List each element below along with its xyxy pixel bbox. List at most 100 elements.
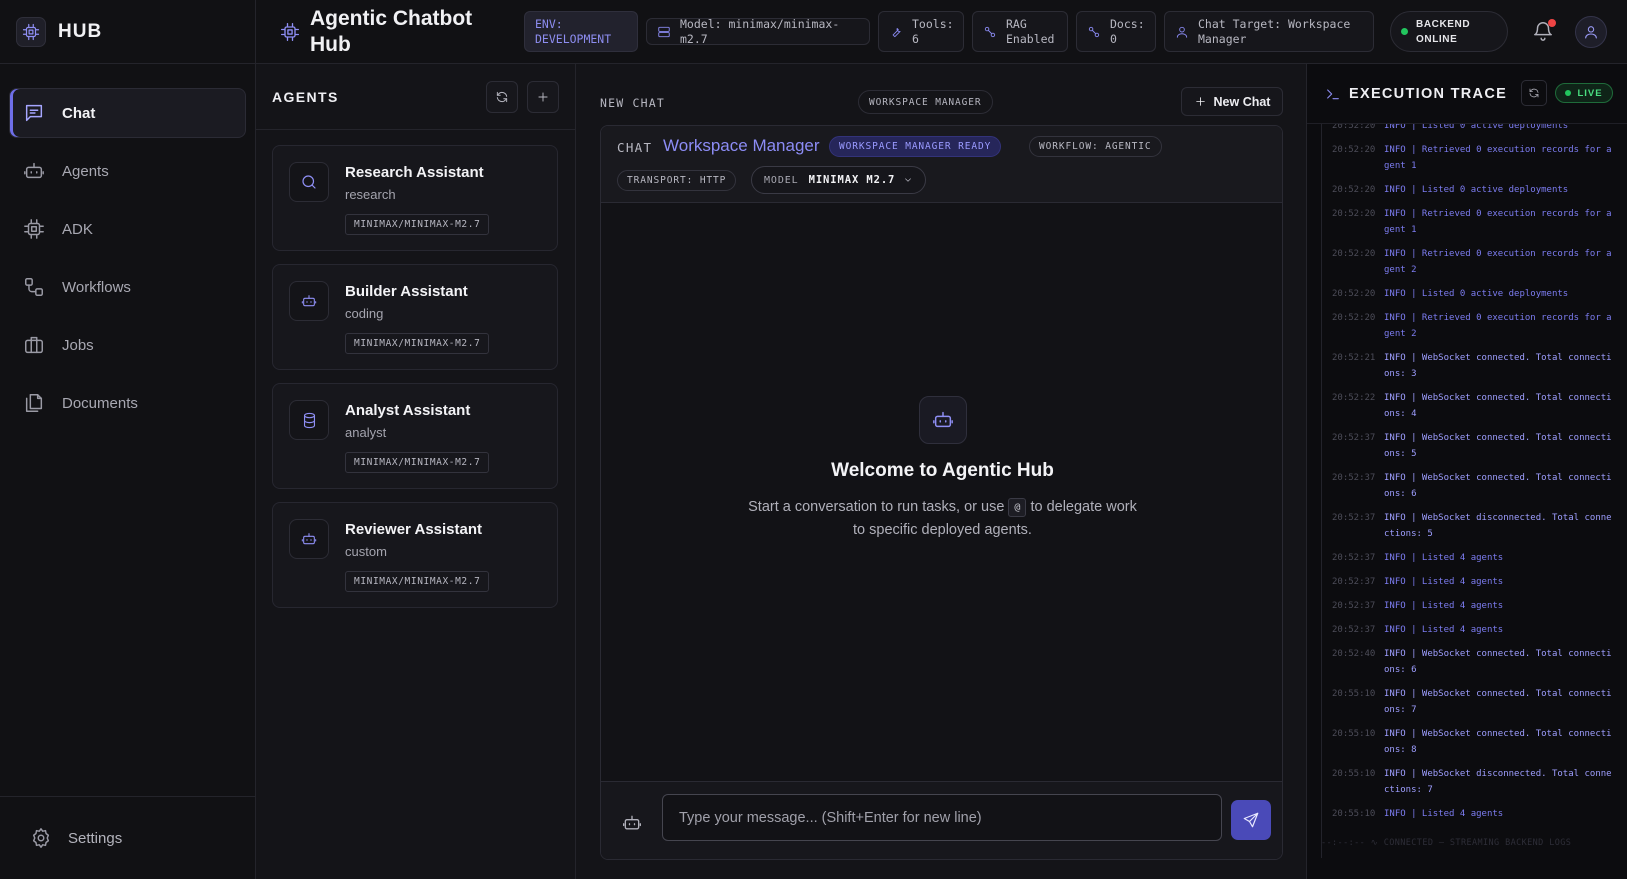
tools-chip-label: Tools: 6 — [912, 16, 954, 46]
agent-role: coding — [345, 306, 384, 321]
new-chat-button-label: New Chat — [1213, 94, 1271, 109]
docs-chip-label: Docs: 0 — [1110, 16, 1145, 46]
plus-icon — [536, 90, 550, 104]
execution-trace-panel: EXECUTION TRACE LIVE 20:52:20 INFO | List… — [1306, 64, 1627, 879]
user-avatar[interactable] — [1575, 16, 1607, 48]
log-time: 20:55:10 — [1332, 809, 1376, 819]
bot-icon — [23, 160, 45, 182]
chat-window: CHAT Workspace Manager WORKSPACE MANAGER… — [600, 125, 1283, 860]
agent-name: Analyst Assistant — [345, 402, 471, 419]
message-square-icon — [23, 102, 45, 124]
agent-card-reviewer-assistant[interactable]: Reviewer Assistant custom MINIMAX/MINIMA… — [272, 502, 558, 608]
settings-label: Settings — [68, 829, 123, 847]
agent-card-builder-assistant[interactable]: Builder Assistant coding MINIMAX/MINIMAX… — [272, 264, 558, 370]
bot-icon — [289, 281, 329, 321]
refresh-agents-button[interactable] — [486, 81, 518, 113]
model-select[interactable]: MODEL MINIMAX M2.7 — [751, 166, 927, 194]
chat-window-header: CHAT Workspace Manager WORKSPACE MANAGER… — [601, 126, 1282, 203]
nav-item-jobs[interactable]: Jobs — [9, 320, 246, 370]
log-time: 20:52:20 — [1332, 124, 1376, 131]
log-line: 20:52:37 INFO | Listed 4 agents — [1322, 550, 1622, 566]
trace-log-scroll[interactable]: 20:52:20 INFO | Listed 0 active deploymen… — [1321, 124, 1627, 858]
log-time: 20:52:37 — [1332, 577, 1376, 587]
nav-item-workflows[interactable]: Workflows — [9, 262, 246, 312]
user-icon — [1583, 24, 1599, 40]
bot-icon — [289, 519, 329, 559]
chevron-down-icon — [903, 175, 913, 185]
new-chat-label: NEW CHAT — [600, 96, 665, 110]
agent-card-analyst-assistant[interactable]: Analyst Assistant analyst MINIMAX/MINIMA… — [272, 383, 558, 489]
model-select-label: MODEL — [764, 174, 799, 186]
log-line: 20:55:10 INFO | Listed 4 agents — [1322, 806, 1622, 822]
refresh-icon — [1528, 87, 1540, 99]
mention-key: @ — [1008, 498, 1027, 517]
nav-item-label: Documents — [62, 394, 138, 412]
log-time: 20:55:10 — [1332, 729, 1376, 739]
log-time: 20:52:37 — [1332, 433, 1376, 443]
plus-icon — [1194, 95, 1207, 108]
nav-item-documents[interactable]: Documents — [9, 378, 246, 428]
send-button[interactable] — [1231, 800, 1271, 840]
agent-model-badge: MINIMAX/MINIMAX-M2.7 — [345, 452, 490, 473]
agent-model-badge: MINIMAX/MINIMAX-M2.7 — [345, 333, 490, 354]
nav-item-label: Jobs — [62, 336, 94, 354]
message-composer — [601, 781, 1282, 859]
log-message: INFO | WebSocket connected. Total connec… — [1384, 433, 1612, 459]
log-message: INFO | WebSocket connected. Total connec… — [1384, 689, 1612, 715]
chat-target-chip[interactable]: Chat Target: Workspace Manager — [1164, 11, 1374, 52]
nav-item-label: Agents — [62, 162, 109, 180]
log-line: 20:52:21 INFO | WebSocket connected. Tota… — [1322, 350, 1622, 382]
log-time: 20:52:37 — [1332, 553, 1376, 563]
rag-chip[interactable]: RAG Enabled — [972, 11, 1068, 52]
nav-item-label: ADK — [62, 220, 93, 238]
agent-card-research-assistant[interactable]: Research Assistant research MINIMAX/MINI… — [272, 145, 558, 251]
log-time: 20:55:10 — [1332, 769, 1376, 779]
log-message: INFO | Listed 4 agents — [1384, 577, 1504, 587]
welcome-subtitle: Start a conversation to run tasks, or us… — [741, 496, 1144, 542]
docs-chip[interactable]: Docs: 0 — [1076, 11, 1156, 52]
nav-item-adk[interactable]: ADK — [9, 204, 246, 254]
log-time: 20:52:22 — [1332, 393, 1376, 403]
env-badge: ENV: DEVELOPMENT — [524, 11, 638, 52]
nav-item-agents[interactable]: Agents — [9, 146, 246, 196]
brand[interactable]: HUB — [0, 0, 255, 64]
status-dot — [1401, 28, 1408, 35]
nav-item-chat[interactable]: Chat — [9, 88, 246, 138]
nav-menu: Chat Agents ADK Workflows Jobs Documents — [0, 64, 255, 428]
agents-panel-header: AGENTS — [256, 64, 575, 130]
link-icon — [983, 25, 997, 39]
log-time: 20:52:20 — [1332, 313, 1376, 323]
tools-chip[interactable]: Tools: 6 — [878, 11, 964, 52]
log-line: 20:55:10 INFO | WebSocket connected. Tota… — [1322, 726, 1622, 758]
wrench-icon — [889, 25, 903, 39]
server-icon — [657, 25, 671, 39]
log-time: 20:52:21 — [1332, 353, 1376, 363]
add-agent-button[interactable] — [527, 81, 559, 113]
log-message: INFO | Listed 4 agents — [1384, 809, 1504, 819]
transport-badge: TRANSPORT: HTTP — [617, 170, 737, 191]
log-message: INFO | WebSocket connected. Total connec… — [1384, 473, 1612, 499]
live-badge: LIVE — [1555, 83, 1613, 103]
message-input[interactable] — [662, 794, 1222, 841]
new-chat-button[interactable]: New Chat — [1181, 87, 1283, 116]
log-message: INFO | Listed 4 agents — [1384, 625, 1504, 635]
cpu-logo-icon — [16, 16, 46, 47]
model-chip[interactable]: Model: minimax/minimax-m2.7 — [646, 17, 870, 46]
log-message: INFO | Retrieved 0 execution records for… — [1384, 249, 1612, 275]
chat-main: NEW CHAT WORKSPACE MANAGER New Chat CHAT… — [576, 64, 1306, 879]
log-message: INFO | WebSocket connected. Total connec… — [1384, 649, 1612, 675]
refresh-icon — [495, 90, 509, 104]
log-line: 20:52:22 INFO | WebSocket connected. Tota… — [1322, 390, 1622, 422]
bot-icon[interactable] — [622, 813, 642, 833]
notifications-button[interactable] — [1532, 19, 1556, 44]
status-badge: WORKSPACE MANAGER READY — [829, 136, 1002, 157]
log-line: 20:52:20 INFO | Retrieved 0 execution rec… — [1322, 142, 1622, 174]
nav-item-label: Workflows — [62, 278, 131, 296]
log-time: 20:52:40 — [1332, 649, 1376, 659]
log-time: 20:52:37 — [1332, 473, 1376, 483]
settings-button[interactable]: Settings — [0, 796, 255, 879]
refresh-trace-button[interactable] — [1521, 80, 1547, 106]
agent-name: Reviewer Assistant — [345, 521, 483, 538]
app-title: Agentic Chatbot Hub — [310, 7, 473, 56]
log-time: 20:55:10 — [1332, 689, 1376, 699]
